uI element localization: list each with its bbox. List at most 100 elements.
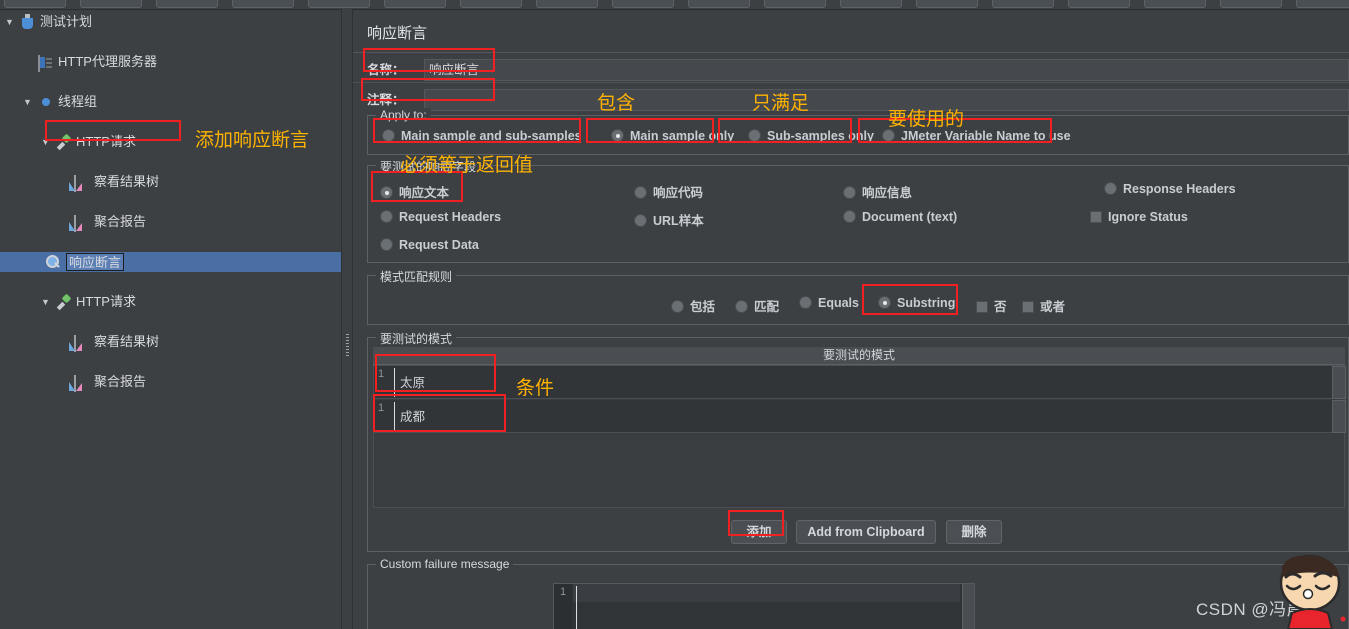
- tree-node-aggregate-report-2[interactable]: 聚合报告: [0, 372, 341, 392]
- toolbar-button[interactable]: [688, 0, 750, 8]
- row-scrollbar[interactable]: [1332, 400, 1346, 433]
- pattern-rules-group: 模式匹配规则 包括 匹配 Equals Substring 否 或者: [367, 268, 1349, 325]
- radio-response-message[interactable]: 响应信息: [843, 182, 912, 201]
- chevron-down-icon[interactable]: ▼: [40, 292, 51, 312]
- chart-icon: [74, 335, 76, 352]
- radio-url-sample[interactable]: URL样本: [634, 210, 704, 229]
- table-row[interactable]: 1 成都: [374, 400, 1346, 433]
- code-active-line: [573, 584, 960, 602]
- toolbar-button[interactable]: [536, 0, 598, 8]
- radio-icon[interactable]: [634, 186, 647, 199]
- checkbox-ignore-status[interactable]: Ignore Status: [1090, 210, 1188, 224]
- radio-icon[interactable]: [1104, 182, 1117, 195]
- radio-icon[interactable]: [634, 214, 647, 227]
- radio-request-data[interactable]: Request Data: [380, 238, 479, 252]
- radio-icon[interactable]: [671, 300, 684, 313]
- radio-response-headers[interactable]: Response Headers: [1104, 182, 1236, 196]
- tree-node-view-results-tree-2[interactable]: 察看结果树: [0, 332, 341, 352]
- tree-node-aggregate-report-1[interactable]: 聚合报告: [0, 212, 341, 232]
- split-pane-divider[interactable]: [341, 9, 353, 629]
- tree-node-http-request-1[interactable]: ▼ HTTP请求: [0, 132, 341, 152]
- toolbar-button[interactable]: [840, 0, 902, 8]
- radio-icon[interactable]: [748, 129, 761, 142]
- radio-icon[interactable]: [843, 210, 856, 223]
- tree-node-view-results-tree-1[interactable]: 察看结果树: [0, 172, 341, 192]
- chevron-down-icon[interactable]: ▼: [40, 132, 51, 152]
- toolbar-button[interactable]: [308, 0, 370, 8]
- text-caret: [394, 368, 395, 397]
- checkbox-not[interactable]: 否: [976, 296, 1007, 315]
- toolbar-button[interactable]: [4, 0, 66, 8]
- pattern-value[interactable]: 太原: [400, 372, 425, 391]
- toolbar-button[interactable]: [1144, 0, 1206, 8]
- option-label: Response Headers: [1123, 182, 1236, 196]
- toolbar-button[interactable]: [80, 0, 142, 8]
- chart-icon: [74, 375, 76, 392]
- apply-to-title: Apply to:: [376, 108, 431, 122]
- table-row[interactable]: 1 太原: [374, 366, 1346, 399]
- radio-main-sample-and-sub-samples[interactable]: Main sample and sub-samples: [382, 129, 582, 143]
- toolbar-button[interactable]: [992, 0, 1054, 8]
- checkbox-icon[interactable]: [1022, 301, 1034, 313]
- radio-equals[interactable]: Equals: [799, 296, 859, 310]
- radio-icon[interactable]: [380, 210, 393, 223]
- radio-icon[interactable]: [611, 129, 624, 142]
- radio-response-text[interactable]: 响应文本: [380, 182, 449, 201]
- radio-icon[interactable]: [380, 238, 393, 251]
- patterns-table-body[interactable]: 1 太原 1 成都: [373, 365, 1346, 508]
- toolbar-button[interactable]: [156, 0, 218, 8]
- toolbar-button[interactable]: [1068, 0, 1130, 8]
- checkbox-icon[interactable]: [976, 301, 988, 313]
- add-from-clipboard-button[interactable]: Add from Clipboard: [796, 520, 936, 544]
- toolbar-button[interactable]: [612, 0, 674, 8]
- radio-substring[interactable]: Substring: [878, 296, 955, 310]
- text-caret: [394, 402, 395, 431]
- toolbar-button[interactable]: [764, 0, 826, 8]
- test-plan-tree[interactable]: ▼ 测试计划 HTTP代理服务器 ▼ 线程组 ▼ HTTP请求 察看结果树 聚合…: [0, 9, 341, 629]
- editor-scrollbar[interactable]: [962, 584, 974, 629]
- page-title: 响应断言: [367, 25, 428, 42]
- radio-document-text[interactable]: Document (text): [843, 210, 957, 224]
- radio-icon[interactable]: [382, 129, 395, 142]
- toolbar-button[interactable]: [1220, 0, 1282, 8]
- delete-button[interactable]: 删除: [946, 520, 1002, 544]
- radio-icon[interactable]: [735, 300, 748, 313]
- radio-main-sample-only[interactable]: Main sample only: [611, 129, 734, 143]
- checkbox-or[interactable]: 或者: [1022, 296, 1065, 315]
- chevron-down-icon[interactable]: ▼: [4, 12, 15, 32]
- tree-node-response-assertion[interactable]: 响应断言: [0, 252, 341, 272]
- option-label: 响应代码: [653, 186, 704, 200]
- toolbar-button[interactable]: [232, 0, 294, 8]
- pattern-value[interactable]: 成都: [400, 406, 425, 425]
- name-input[interactable]: 响应断言: [424, 59, 1349, 81]
- toolbar-button[interactable]: [916, 0, 978, 8]
- custom-failure-editor[interactable]: 1: [553, 583, 975, 629]
- option-label: Equals: [818, 296, 859, 310]
- radio-matches[interactable]: 匹配: [735, 296, 779, 315]
- radio-contains[interactable]: 包括: [671, 296, 715, 315]
- row-scrollbar[interactable]: [1332, 366, 1346, 399]
- name-label: 名称：: [367, 63, 405, 77]
- radio-icon[interactable]: [799, 296, 812, 309]
- chevron-down-icon[interactable]: ▼: [22, 92, 33, 112]
- tree-node-label: HTTP代理服务器: [58, 54, 157, 69]
- tree-node-test-plan[interactable]: ▼ 测试计划: [0, 12, 341, 32]
- radio-response-code[interactable]: 响应代码: [634, 182, 703, 201]
- radio-icon[interactable]: [882, 129, 895, 142]
- toolbar-button[interactable]: [460, 0, 522, 8]
- tree-node-thread-group[interactable]: ▼ 线程组: [0, 92, 341, 112]
- checkbox-icon[interactable]: [1090, 211, 1102, 223]
- tree-node-http-proxy-server[interactable]: HTTP代理服务器: [0, 52, 341, 72]
- radio-icon[interactable]: [878, 296, 891, 309]
- radio-sub-samples-only[interactable]: Sub-samples only: [748, 129, 874, 143]
- toolbar-button[interactable]: [1296, 0, 1349, 8]
- radio-request-headers[interactable]: Request Headers: [380, 210, 501, 224]
- tree-node-http-request-2[interactable]: ▼ HTTP请求: [0, 292, 341, 312]
- toolbar-button[interactable]: [384, 0, 446, 8]
- radio-icon[interactable]: [380, 186, 393, 199]
- radio-icon[interactable]: [843, 186, 856, 199]
- comment-input[interactable]: [424, 89, 1349, 111]
- radio-jmeter-variable-name-to-use[interactable]: JMeter Variable Name to use: [882, 129, 1071, 143]
- chart-icon: [74, 175, 76, 192]
- add-button[interactable]: 添加: [731, 520, 787, 544]
